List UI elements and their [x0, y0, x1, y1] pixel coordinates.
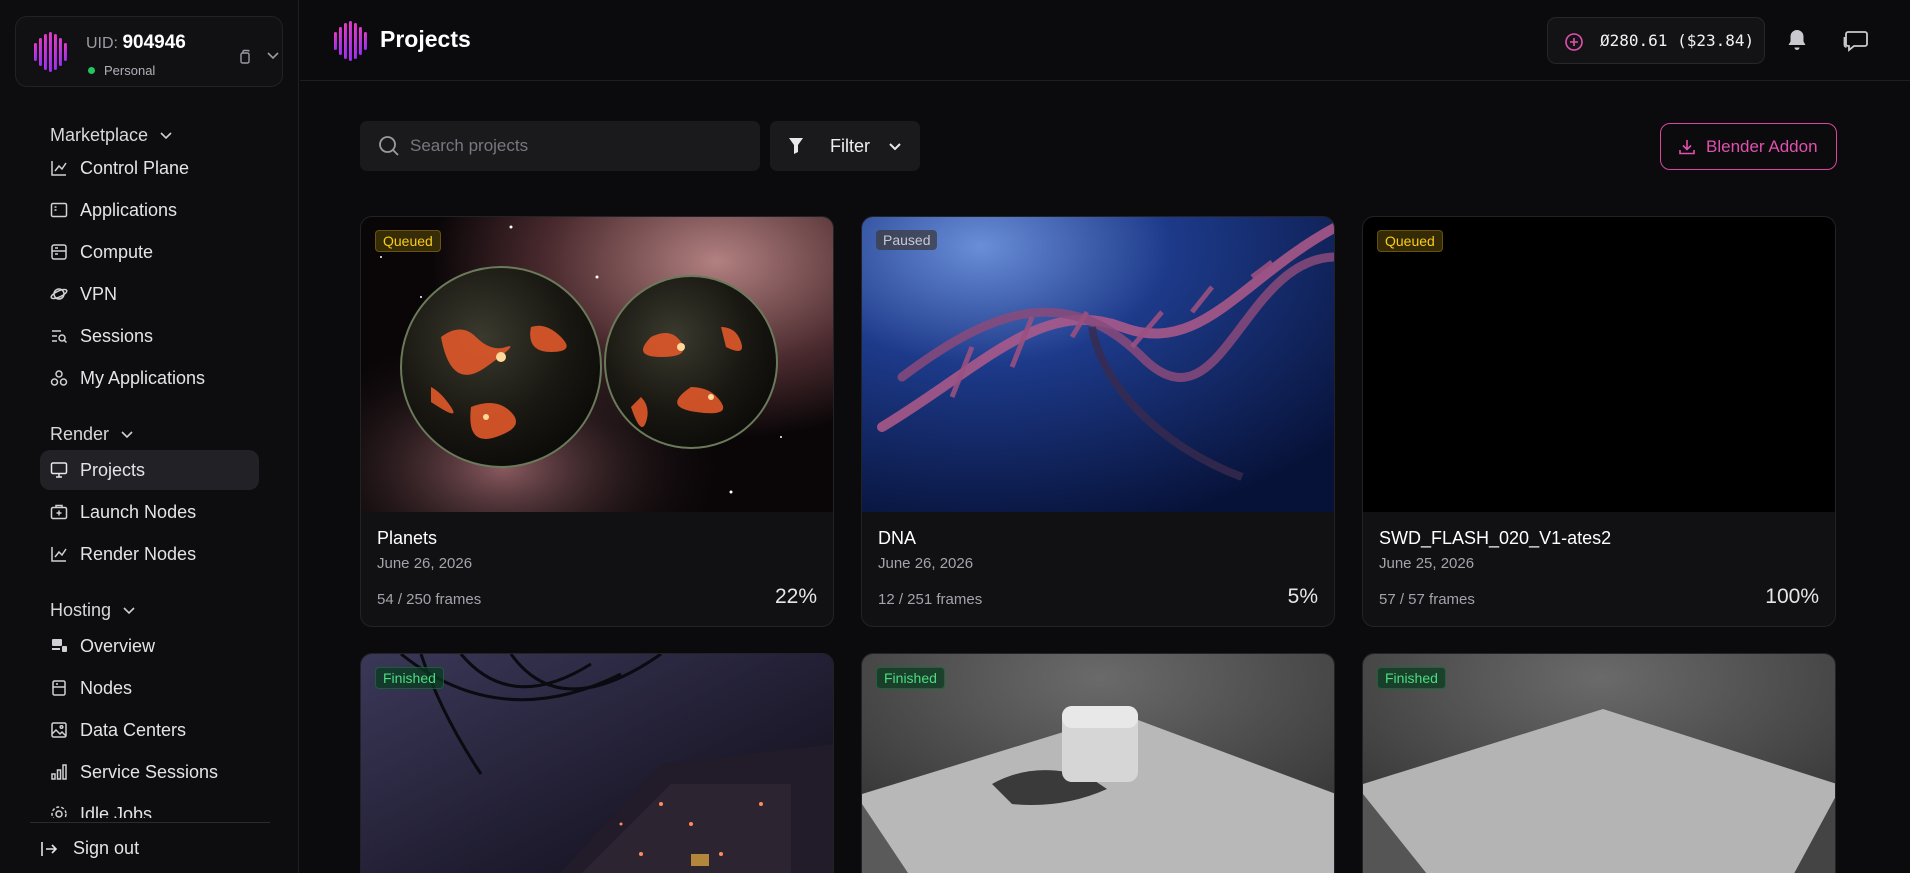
- server-icon: [51, 244, 67, 260]
- project-thumbnail: Finished: [1363, 654, 1835, 873]
- brand-logo-icon: [34, 32, 67, 72]
- filter-dropdown[interactable]: Filter: [770, 121, 920, 171]
- sidebar-item-projects[interactable]: Projects: [40, 450, 259, 490]
- database-icon: [52, 680, 66, 696]
- project-thumbnail: Queued: [1363, 217, 1835, 512]
- apps-icon: [50, 370, 68, 386]
- project-thumbnail: Queued: [361, 217, 833, 512]
- sidebar-item-data-centers[interactable]: Data Centers: [40, 710, 259, 750]
- top-bar: Projects Ø280.61 ($23.84): [300, 0, 1910, 81]
- gear-icon: [51, 806, 67, 818]
- sidebar: UID: 904946 Personal Marketplace Control…: [0, 0, 299, 873]
- project-progress: 22%: [774, 585, 817, 608]
- project-info: Planets June 26, 2026 54 / 250 frames 22…: [361, 512, 833, 626]
- sidebar-item-idle-jobs[interactable]: Idle Jobs: [40, 794, 259, 818]
- planets-render-image: [361, 217, 833, 512]
- project-frames: 54 / 250 frames: [377, 591, 482, 608]
- sidebar-item-my-applications[interactable]: My Applications: [40, 358, 259, 398]
- project-thumbnail: Finished: [862, 654, 1334, 873]
- sidebar-item-overview[interactable]: Overview: [40, 626, 259, 666]
- brand-logo-icon: [334, 21, 367, 61]
- status-badge: Finished: [876, 667, 945, 689]
- status-badge: Paused: [876, 230, 938, 250]
- project-date: June 26, 2026: [377, 555, 473, 572]
- search-box[interactable]: [360, 121, 760, 171]
- chevron-down-icon[interactable]: [266, 51, 280, 61]
- sidebar-item-applications[interactable]: Applications: [40, 190, 259, 230]
- sidebar-nav: Marketplace Control Plane Applications C…: [0, 118, 299, 818]
- chevron-down-icon: [123, 607, 135, 615]
- sidebar-item-nodes[interactable]: Nodes: [40, 668, 259, 708]
- sidebar-item-sessions[interactable]: Sessions: [40, 316, 259, 356]
- notification-bell-icon[interactable]: [1786, 28, 1808, 52]
- project-card-dna[interactable]: Paused DNA June 26, 2026 12 / 251 frames…: [861, 216, 1335, 627]
- briefcase-plus-icon: [50, 504, 68, 520]
- chat-support-icon[interactable]: [1842, 28, 1870, 54]
- project-progress: 100%: [1765, 585, 1819, 608]
- image-icon: [51, 722, 67, 738]
- app-window-icon: [50, 202, 68, 218]
- search-input[interactable]: [410, 121, 750, 171]
- project-progress: 5%: [1287, 585, 1318, 608]
- download-icon: [1679, 140, 1695, 155]
- project-card-scifi[interactable]: Finished: [360, 653, 834, 873]
- dna-render-image: [862, 217, 1334, 512]
- sidebar-item-launch-nodes[interactable]: Launch Nodes: [40, 492, 259, 532]
- project-thumbnail: Finished: [361, 654, 833, 873]
- status-badge: Finished: [375, 667, 444, 689]
- uid-display: UID: 904946: [86, 32, 186, 53]
- balance-amount: Ø280.61 ($23.84): [1600, 31, 1755, 50]
- project-info: SWD_FLASH_020_V1-ates2 June 25, 2026 57 …: [1363, 512, 1835, 626]
- sidebar-item-compute[interactable]: Compute: [40, 232, 259, 272]
- project-card-cube[interactable]: Finished: [861, 653, 1335, 873]
- chevron-down-icon: [889, 143, 901, 151]
- chevron-down-icon: [160, 132, 172, 140]
- balance-button[interactable]: Ø280.61 ($23.84): [1547, 17, 1765, 64]
- project-card-plane[interactable]: Finished: [1362, 653, 1836, 873]
- sign-out-button[interactable]: Sign out: [40, 838, 139, 859]
- project-frames: 57 / 57 frames: [1379, 591, 1475, 608]
- project-card-planets[interactable]: Queued Planets June 26, 2026 54 / 250 fr…: [360, 216, 834, 627]
- list-search-icon: [52, 330, 68, 344]
- page-title: Projects: [380, 26, 471, 52]
- account-type: Personal: [104, 63, 156, 78]
- search-icon: [379, 136, 399, 156]
- project-info: DNA June 26, 2026 12 / 251 frames 5%: [862, 512, 1334, 626]
- chevron-down-icon: [121, 431, 133, 439]
- section-render[interactable]: Render: [50, 424, 134, 445]
- project-name: DNA: [878, 528, 917, 548]
- status-badge: Queued: [1377, 230, 1443, 252]
- sidebar-item-vpn[interactable]: VPN: [40, 274, 259, 314]
- sidebar-divider: [30, 822, 270, 823]
- add-funds-icon: [1565, 33, 1583, 51]
- project-date: June 25, 2026: [1379, 555, 1475, 572]
- filter-funnel-icon: [789, 138, 803, 154]
- sidebar-item-control-plane[interactable]: Control Plane: [40, 148, 259, 188]
- chart-line-icon: [51, 161, 67, 176]
- sidebar-item-render-nodes[interactable]: Render Nodes: [40, 534, 259, 574]
- status-badge: Queued: [375, 230, 441, 252]
- project-frames: 12 / 251 frames: [878, 591, 983, 608]
- project-name: Planets: [377, 528, 438, 548]
- chart-line-icon: [51, 547, 67, 562]
- sidebar-item-service-sessions[interactable]: Service Sessions: [40, 752, 259, 792]
- section-hosting[interactable]: Hosting: [50, 600, 136, 621]
- dashboard-icon: [52, 639, 67, 652]
- status-dot: [88, 67, 95, 74]
- section-marketplace[interactable]: Marketplace: [50, 125, 173, 146]
- project-card-swd-flash[interactable]: Queued SWD_FLASH_020_V1-ates2 June 25, 2…: [1362, 216, 1836, 627]
- bar-chart-icon: [51, 764, 67, 780]
- uid-value: 904946: [122, 32, 186, 53]
- project-thumbnail: Paused: [862, 217, 1334, 512]
- account-switcher[interactable]: UID: 904946 Personal: [15, 16, 283, 87]
- monitor-icon: [50, 462, 68, 478]
- planet-icon: [50, 288, 68, 300]
- project-name: SWD_FLASH_020_V1-ates2: [1379, 528, 1612, 548]
- blender-addon-button[interactable]: Blender Addon: [1660, 123, 1837, 170]
- project-date: June 26, 2026: [878, 555, 974, 572]
- status-badge: Finished: [1377, 667, 1446, 689]
- sign-out-icon: [41, 842, 58, 857]
- copy-icon[interactable]: [238, 49, 252, 65]
